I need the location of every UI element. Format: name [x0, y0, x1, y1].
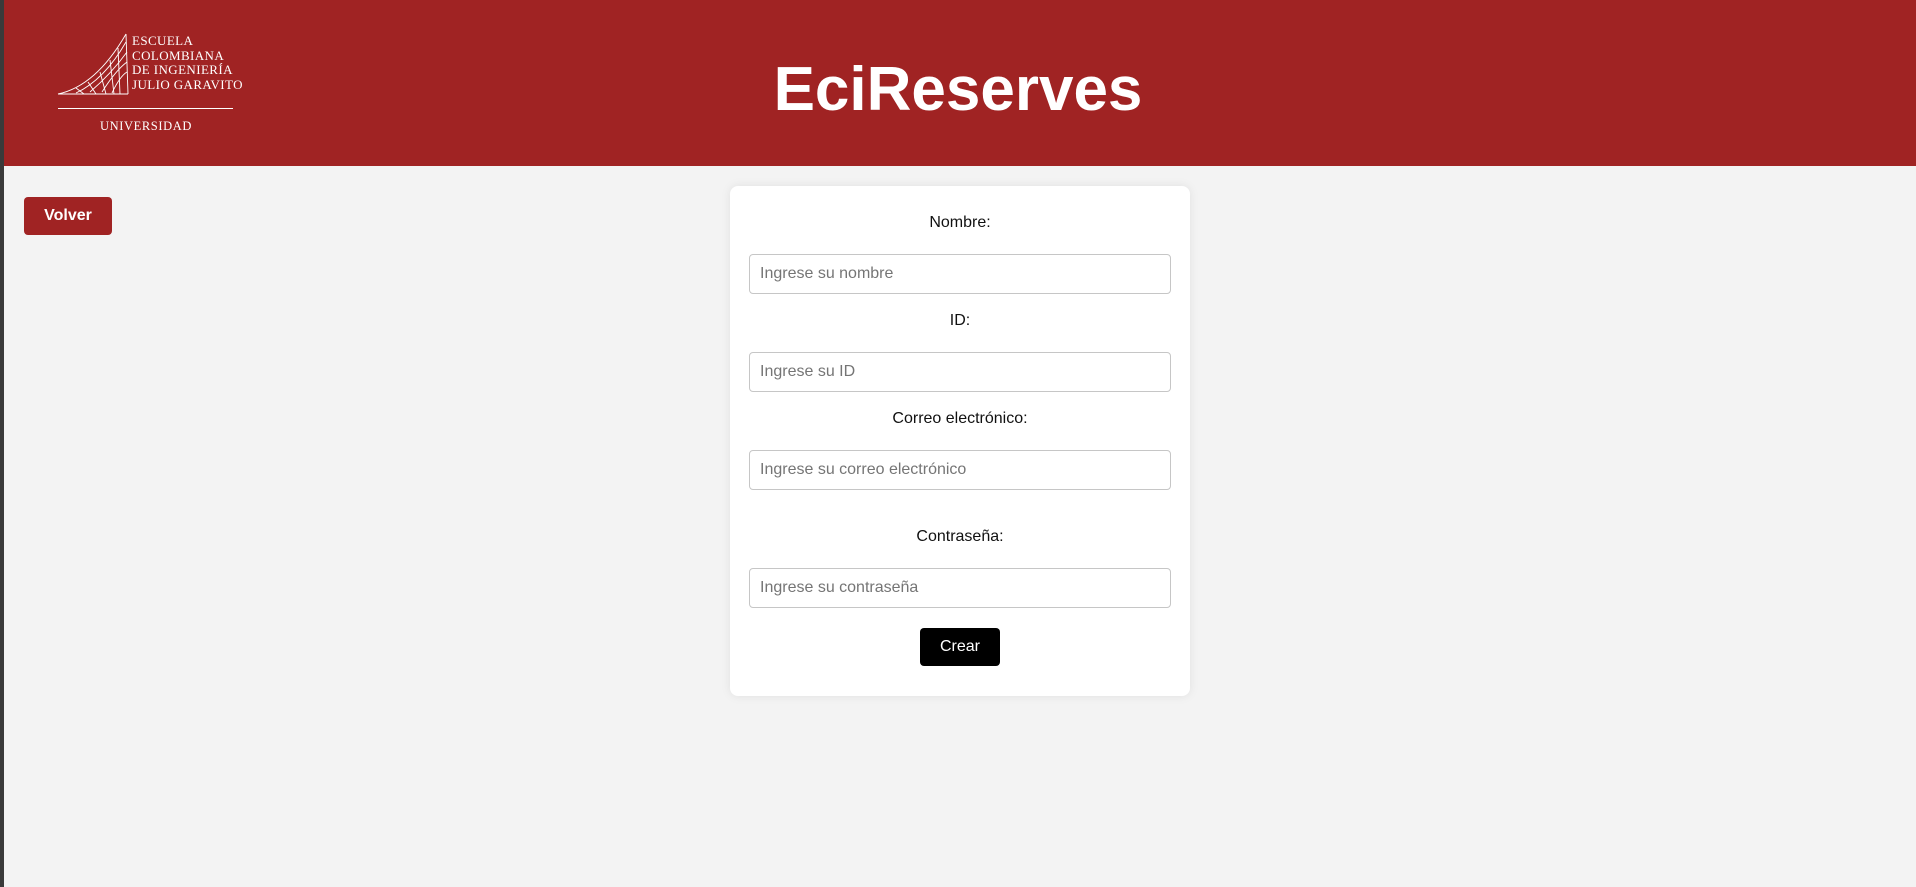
- id-input[interactable]: [749, 352, 1171, 392]
- email-input[interactable]: [749, 450, 1171, 490]
- name-label: Nombre:: [929, 214, 991, 231]
- app-title: EciReserves: [773, 55, 1143, 124]
- window-edge: [0, 0, 4, 887]
- password-label: Contraseña:: [916, 528, 1004, 545]
- registration-form: Nombre: ID: Correo electrónico: Contrase…: [730, 186, 1190, 696]
- back-button[interactable]: Volver: [24, 197, 112, 235]
- logo-line: ESCUELA: [132, 33, 194, 48]
- create-button[interactable]: Crear: [920, 628, 1000, 666]
- page-header: ESCUELA COLOMBIANA DE INGENIERÍA JULIO G…: [0, 0, 1916, 166]
- password-input[interactable]: [749, 568, 1171, 608]
- name-input[interactable]: [749, 254, 1171, 294]
- id-label: ID:: [949, 312, 971, 329]
- email-label: Correo electrónico:: [892, 410, 1028, 427]
